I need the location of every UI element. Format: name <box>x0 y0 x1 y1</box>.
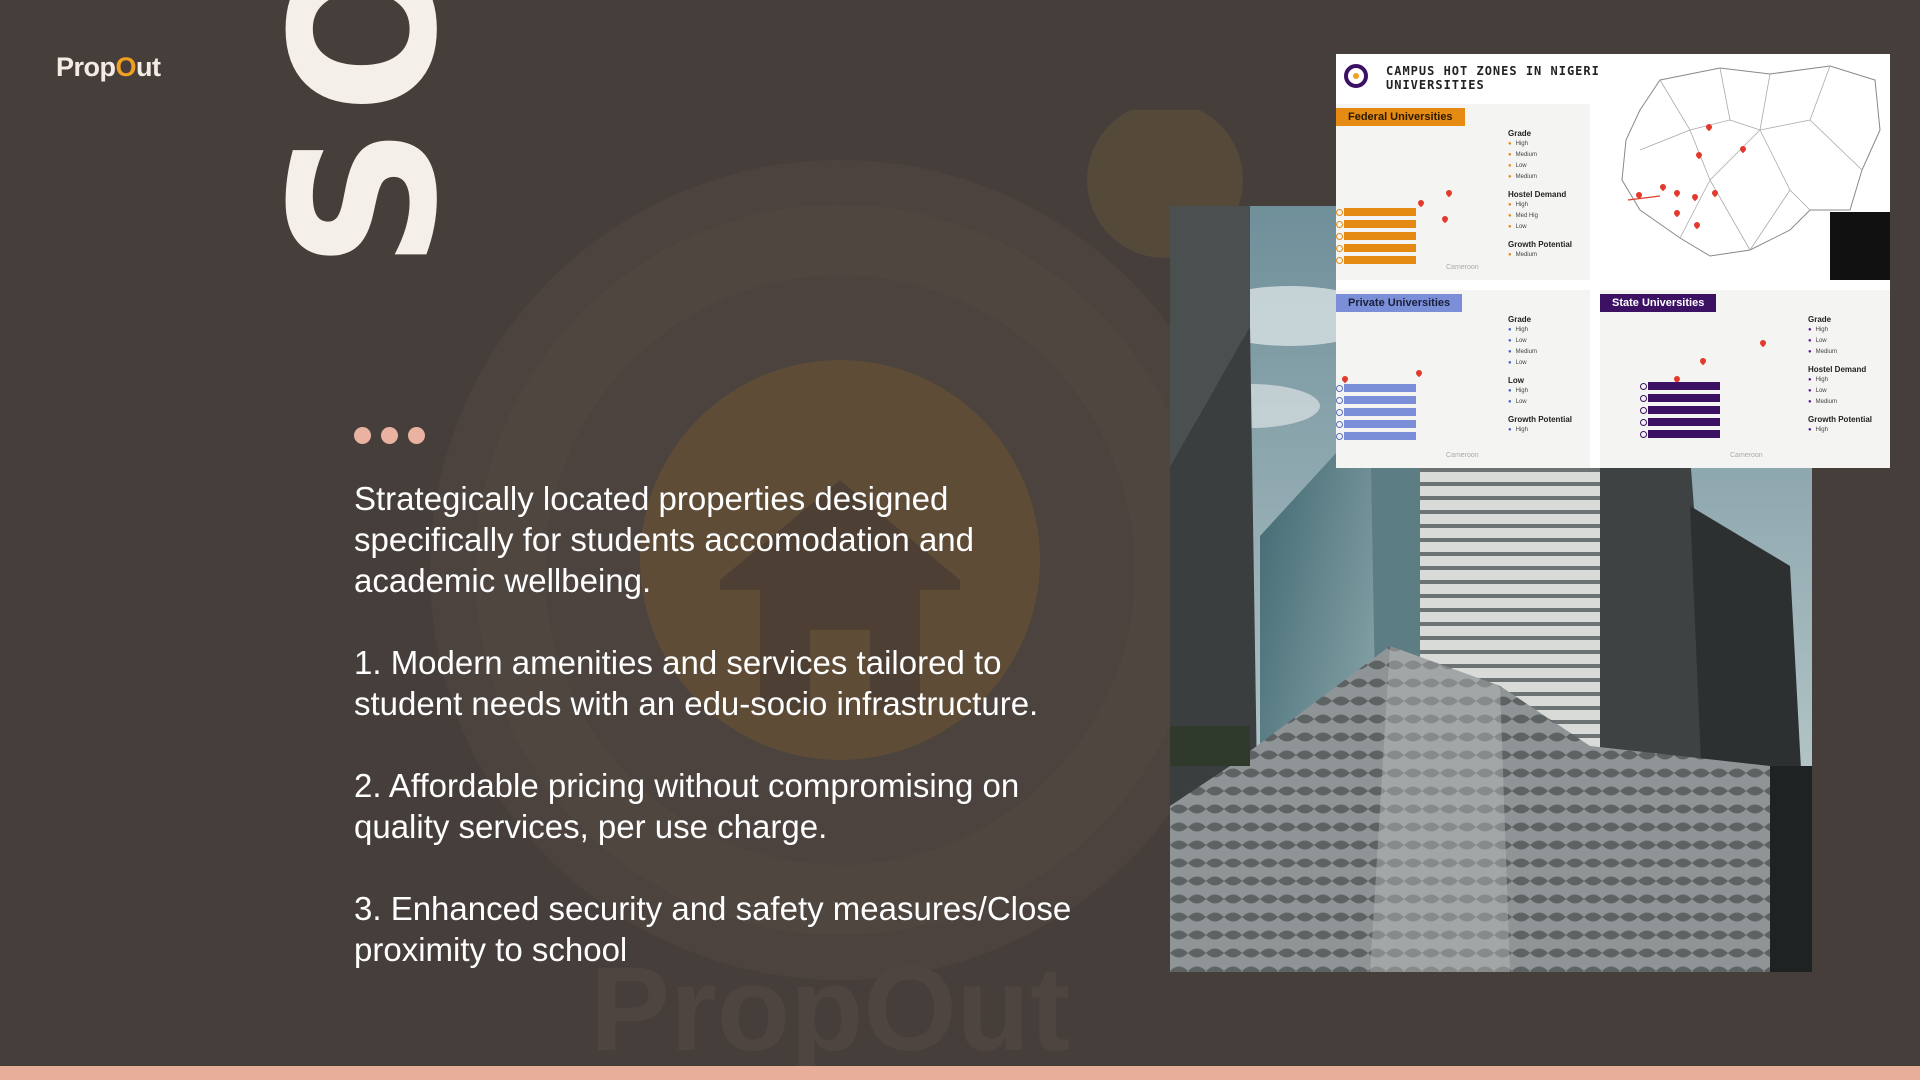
map-pin-icon <box>1758 338 1768 348</box>
map-note: Cameroon <box>1446 452 1479 459</box>
legend-row: Low <box>1508 222 1582 233</box>
legend-row: Low <box>1508 397 1582 408</box>
federal-bar <box>1336 256 1416 264</box>
decorative-dots <box>354 427 425 444</box>
dot <box>354 427 371 444</box>
private-bars <box>1336 384 1416 444</box>
state-bar <box>1640 406 1720 414</box>
legend-heading: Low <box>1508 376 1524 385</box>
propout-mini-logo-icon <box>1344 64 1368 88</box>
dot <box>381 427 398 444</box>
legend-row: Low <box>1508 161 1582 172</box>
legend-heading: Hostel Demand <box>1508 190 1567 199</box>
map-pin-icon <box>1698 356 1708 366</box>
infographic-title-line1: CAMPUS HOT ZONES IN NIGERIA <box>1386 64 1609 78</box>
legend-row: Medium <box>1508 347 1582 358</box>
legend-row: High <box>1508 425 1582 436</box>
legend-row: High <box>1808 425 1882 436</box>
intro-paragraph: Strategically located properties designe… <box>354 480 975 599</box>
campus-hot-zones-infographic: CAMPUS HOT ZONES IN NIGERIA UNIVERSITIES… <box>1336 54 1890 468</box>
private-bar <box>1336 384 1416 392</box>
solution-description: Strategically located properties designe… <box>354 478 1094 1011</box>
federal-universities-panel: Federal Universities Cameroon Grade High… <box>1336 104 1590 280</box>
federal-bar <box>1336 232 1416 240</box>
legend-heading: Grade <box>1508 315 1532 324</box>
logo-text-ut: ut <box>136 52 161 82</box>
legend-heading: Growth Potential <box>1508 415 1572 424</box>
legend-row: Medium <box>1508 150 1582 161</box>
state-bar <box>1640 394 1720 402</box>
major-universities-list <box>1830 212 1890 280</box>
nigeria-map-panel <box>1600 60 1890 280</box>
private-bar <box>1336 420 1416 428</box>
private-bar <box>1336 432 1416 440</box>
infographic-title: CAMPUS HOT ZONES IN NIGERIA UNIVERSITIES <box>1386 64 1608 92</box>
federal-legend: Grade High Medium Low Medium Hostel Dema… <box>1508 122 1582 261</box>
map-pin-icon <box>1340 374 1350 384</box>
map-pin-icon <box>1444 188 1454 198</box>
legend-row: High <box>1808 325 1882 336</box>
legend-row: High <box>1508 139 1582 150</box>
legend-row: Low <box>1808 386 1882 397</box>
state-bar <box>1640 430 1720 438</box>
private-legend: Grade High Low Medium Low Low High Low G… <box>1508 308 1582 436</box>
private-bar <box>1336 396 1416 404</box>
legend-row: Low <box>1808 336 1882 347</box>
federal-universities-tag: Federal Universities <box>1336 108 1465 126</box>
logo-text-prop: Prop <box>56 52 116 82</box>
private-bar <box>1336 408 1416 416</box>
map-pin-icon <box>1414 368 1424 378</box>
state-bars <box>1640 382 1720 442</box>
point-1: 1. Modern amenities and services tailore… <box>354 644 1039 722</box>
state-universities-tag: State Universities <box>1600 294 1717 312</box>
federal-bar <box>1336 244 1416 252</box>
legend-row: High <box>1508 386 1582 397</box>
state-legend: Grade High Low Medium Hostel Demand High… <box>1808 308 1882 436</box>
legend-heading: Growth Potential <box>1808 415 1872 424</box>
legend-row: Medium <box>1508 172 1582 183</box>
legend-heading: Grade <box>1508 129 1532 138</box>
legend-heading: Hostel Demand <box>1808 365 1867 374</box>
legend-row: Low <box>1508 336 1582 347</box>
logo-o-accent: O <box>115 52 137 82</box>
legend-row: Med Hig <box>1508 211 1582 222</box>
map-pin-icon <box>1416 198 1426 208</box>
state-universities-panel: State Universities Cameroon Grade High L… <box>1600 290 1890 468</box>
point-3: 3. Enhanced security and safety measures… <box>354 890 1072 968</box>
legend-heading: Grade <box>1808 315 1832 324</box>
dot <box>408 427 425 444</box>
state-bar <box>1640 418 1720 426</box>
federal-bars <box>1336 208 1416 268</box>
propout-logo: PropOut <box>56 52 161 83</box>
map-note: Cameroon <box>1446 264 1479 271</box>
page-title: SOLUTION <box>249 0 482 270</box>
legend-row: High <box>1508 200 1582 211</box>
legend-row: High <box>1808 375 1882 386</box>
infographic-title-line2: UNIVERSITIES <box>1386 78 1485 92</box>
federal-bar <box>1336 208 1416 216</box>
map-pin-icon <box>1440 214 1450 224</box>
private-universities-tag: Private Universities <box>1336 294 1463 312</box>
private-universities-panel: Private Universities Cameroon Grade High… <box>1336 290 1590 468</box>
federal-bar <box>1336 220 1416 228</box>
legend-row: Low <box>1508 358 1582 369</box>
state-bar <box>1640 382 1720 390</box>
legend-row: Medium <box>1808 397 1882 408</box>
legend-heading: Growth Potential <box>1508 240 1572 249</box>
map-note: Cameroon <box>1730 452 1763 459</box>
legend-row: Medium <box>1808 347 1882 358</box>
point-2: 2. Affordable pricing without compromisi… <box>354 767 1020 845</box>
legend-row: Medium <box>1508 250 1582 261</box>
legend-row: High <box>1508 325 1582 336</box>
bottom-accent-bar <box>0 1066 1920 1080</box>
